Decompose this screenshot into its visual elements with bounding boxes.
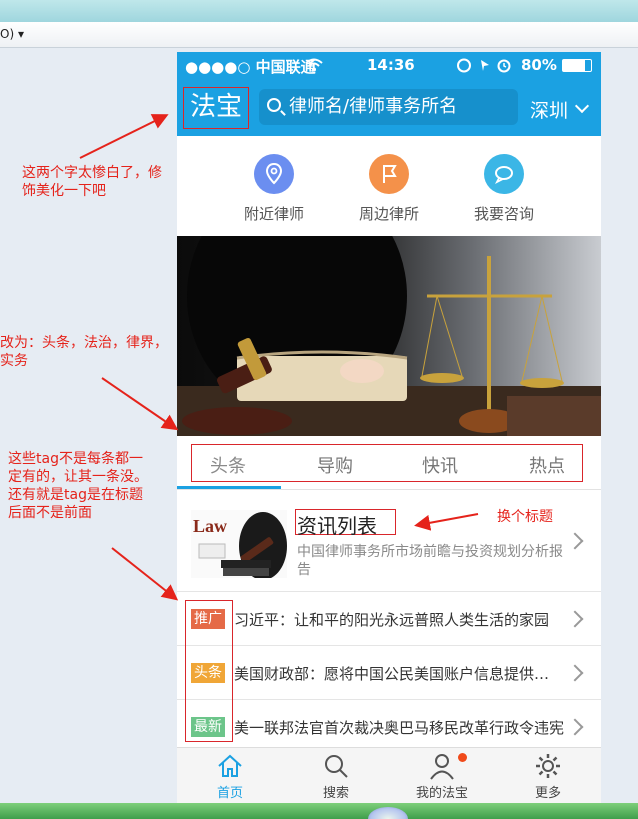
annotation-arrows: [79, 114, 479, 601]
